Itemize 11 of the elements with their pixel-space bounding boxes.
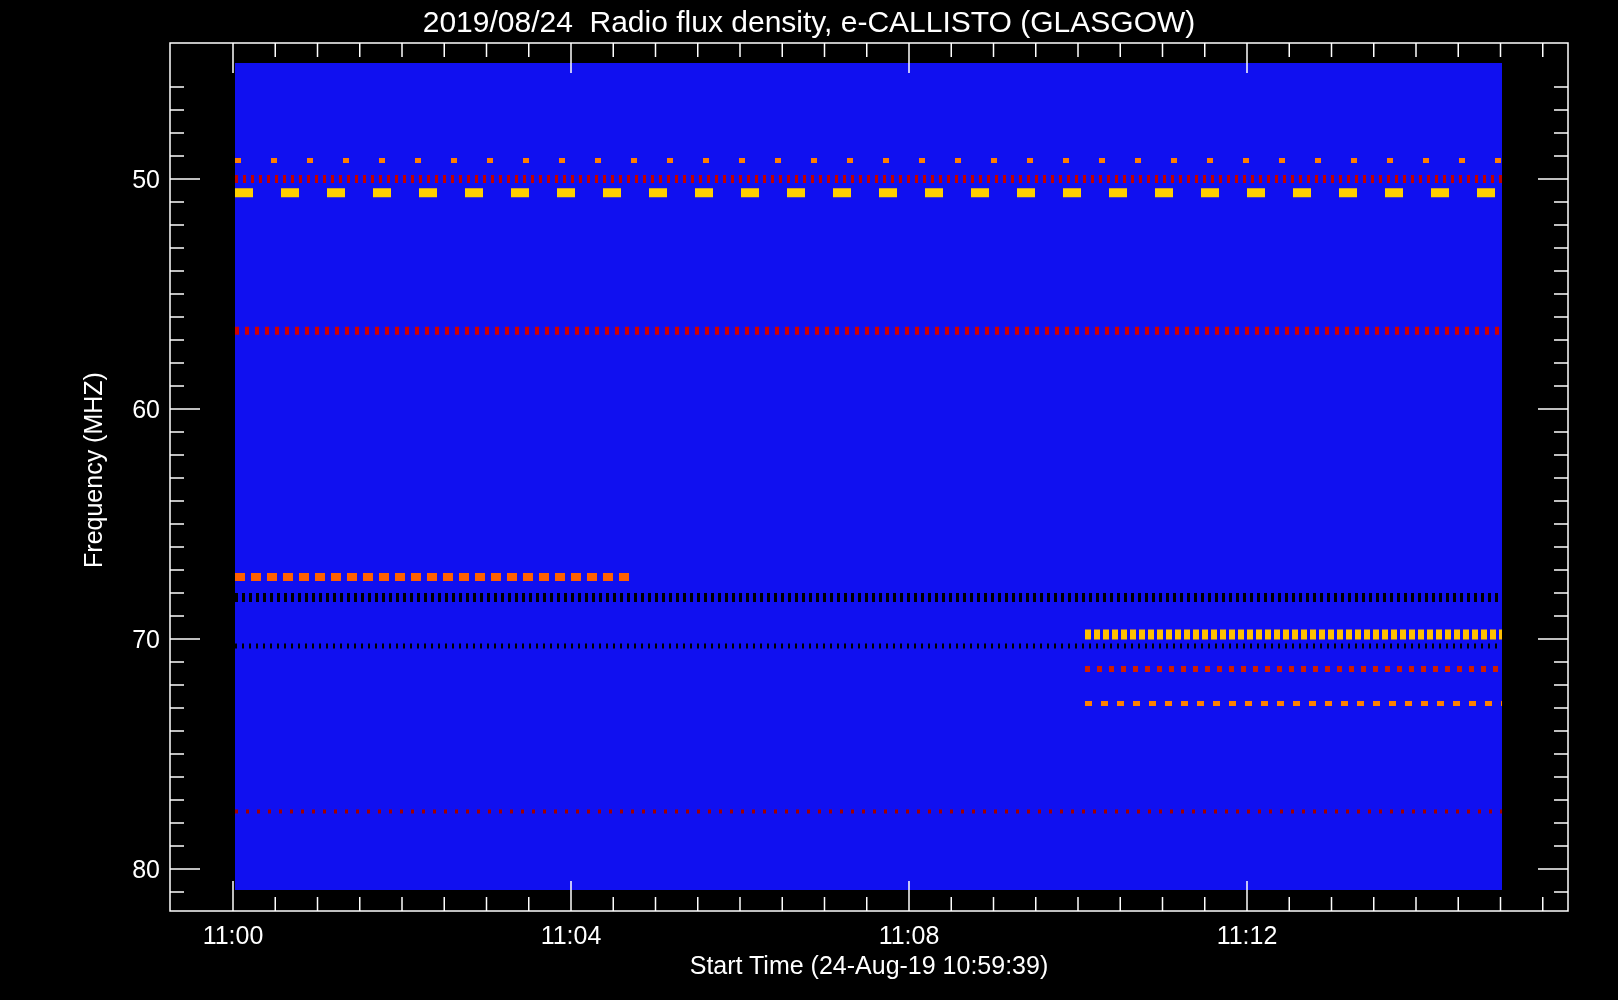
- x-axis-label: Start Time (24-Aug-19 10:59:39): [689, 950, 1049, 980]
- y-tick-label: 50: [131, 164, 160, 194]
- x-tick-label: 11:12: [1216, 920, 1278, 950]
- chart-title: 2019/08/24 Radio flux density, e-CALLISTO (GLASGOW): [422, 4, 1196, 40]
- x-tick-label: 11:00: [202, 920, 264, 950]
- x-tick-label: 11:04: [540, 920, 602, 950]
- y-tick-label: 60: [131, 394, 160, 424]
- x-tick-label: 11:08: [878, 920, 940, 950]
- y-axis-label: Frequency (MHZ): [78, 372, 108, 568]
- y-tick-label: 70: [131, 624, 160, 654]
- y-tick-label: 80: [131, 854, 160, 884]
